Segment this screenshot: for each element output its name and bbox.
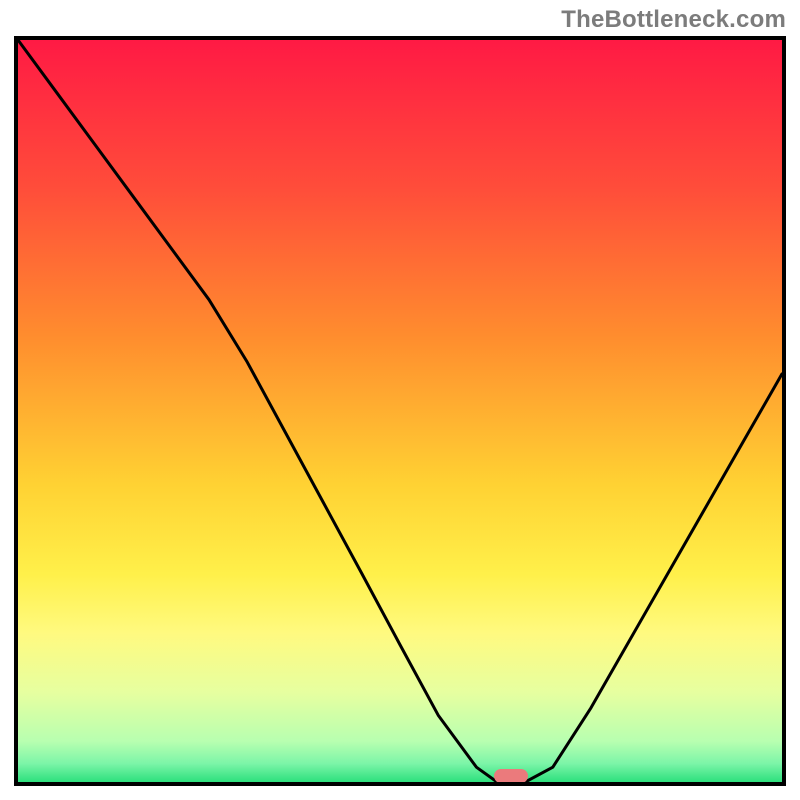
optimal-marker: [494, 769, 528, 783]
plot-area: [14, 36, 786, 786]
chart-stage: TheBottleneck.com: [0, 0, 800, 800]
bottleneck-curve: [18, 40, 782, 782]
curve-layer: [18, 40, 782, 782]
watermark-text: TheBottleneck.com: [561, 6, 786, 34]
